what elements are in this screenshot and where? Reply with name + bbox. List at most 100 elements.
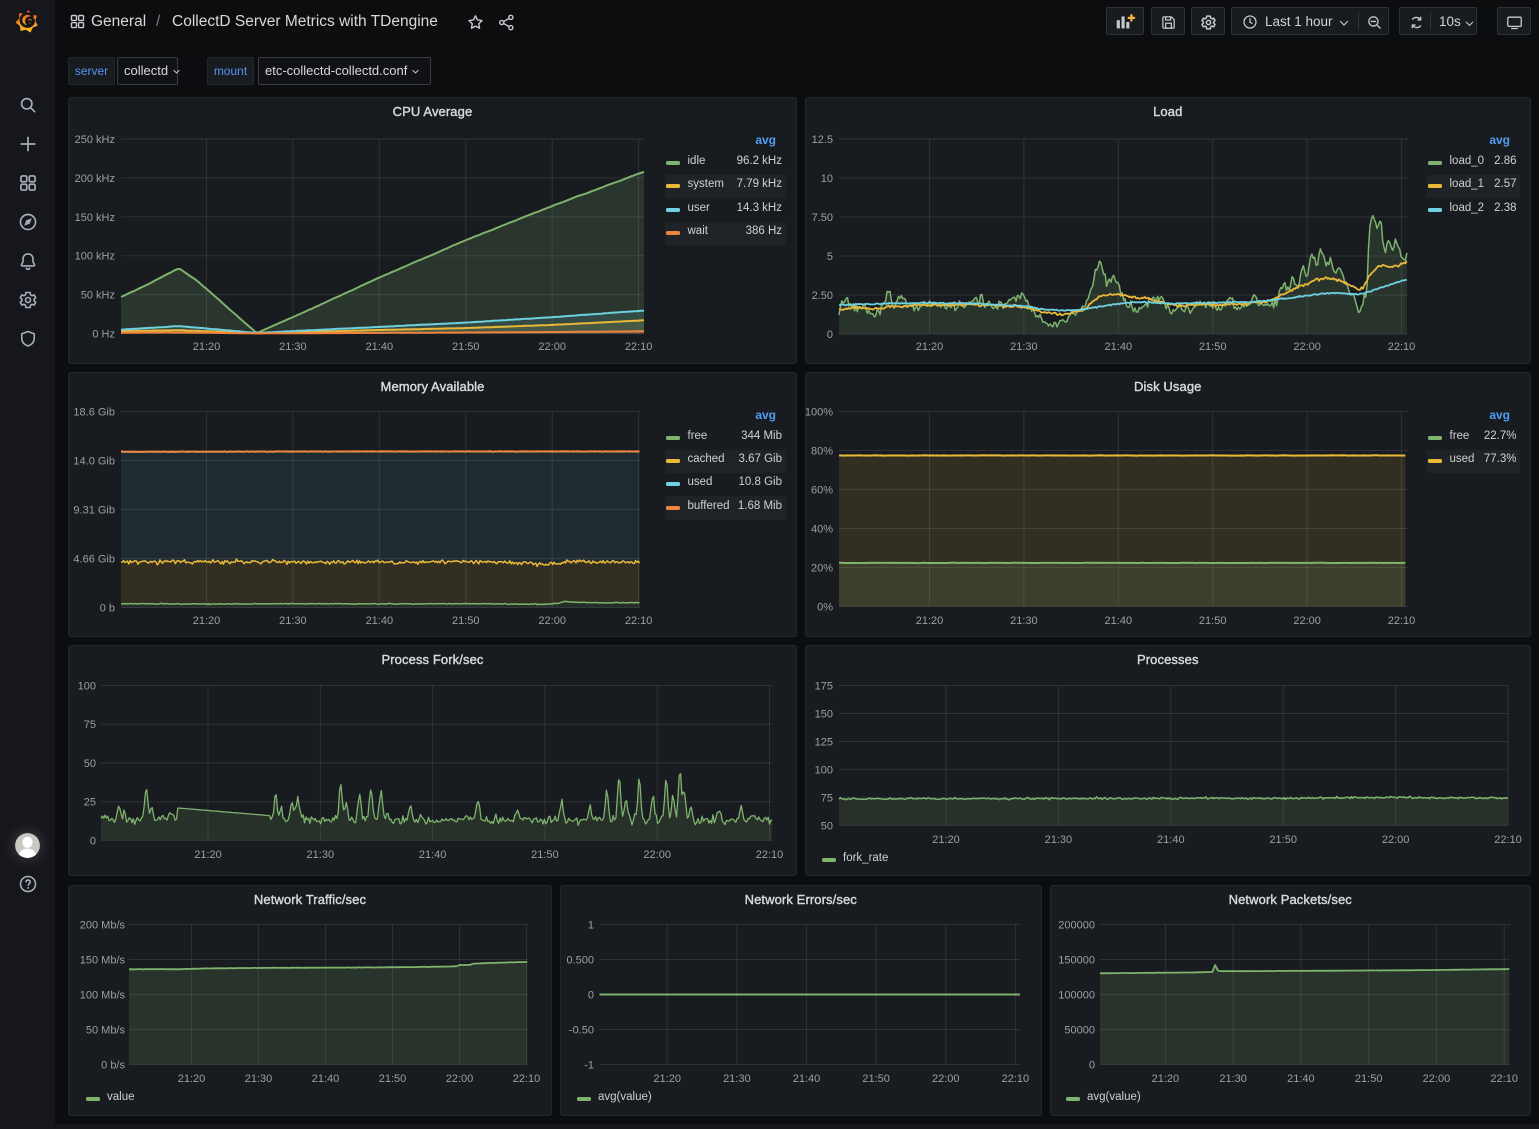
- svg-text:21:40: 21:40: [1105, 615, 1133, 627]
- svg-text:21:20: 21:20: [193, 341, 221, 353]
- svg-text:22:00: 22:00: [1293, 615, 1321, 627]
- svg-text:50: 50: [84, 758, 96, 770]
- svg-text:21:30: 21:30: [307, 849, 335, 861]
- svg-text:-0.50: -0.50: [569, 1025, 594, 1037]
- svg-text:40%: 40%: [811, 524, 833, 536]
- svg-text:25: 25: [84, 797, 96, 809]
- svg-text:150 kHz: 150 kHz: [75, 212, 115, 224]
- svg-text:21:50: 21:50: [379, 1073, 407, 1085]
- svg-text:21:30: 21:30: [723, 1073, 751, 1085]
- svg-text:0 Hz: 0 Hz: [92, 329, 115, 341]
- svg-text:21:30: 21:30: [1010, 615, 1038, 627]
- svg-text:21:20: 21:20: [916, 615, 944, 627]
- svg-text:250 kHz: 250 kHz: [75, 134, 115, 146]
- svg-text:22:10: 22:10: [1388, 615, 1416, 627]
- svg-text:21:40: 21:40: [366, 341, 394, 353]
- svg-text:22:00: 22:00: [538, 341, 566, 353]
- svg-text:21:30: 21:30: [279, 615, 307, 627]
- svg-text:22:10: 22:10: [1002, 1073, 1030, 1085]
- svg-text:2.50: 2.50: [812, 290, 833, 302]
- svg-text:50 Mb/s: 50 Mb/s: [86, 1025, 126, 1037]
- svg-text:22:00: 22:00: [643, 849, 671, 861]
- svg-text:21:20: 21:20: [932, 834, 960, 846]
- svg-text:22:10: 22:10: [756, 849, 784, 861]
- svg-text:21:30: 21:30: [1219, 1073, 1247, 1085]
- svg-text:21:50: 21:50: [531, 849, 559, 861]
- svg-text:21:50: 21:50: [452, 615, 480, 627]
- svg-text:22:10: 22:10: [513, 1073, 541, 1085]
- svg-text:21:50: 21:50: [1355, 1073, 1383, 1085]
- svg-text:12.5: 12.5: [812, 134, 833, 146]
- svg-text:21:50: 21:50: [1269, 834, 1297, 846]
- svg-text:150 Mb/s: 150 Mb/s: [80, 955, 126, 967]
- svg-text:22:00: 22:00: [446, 1073, 474, 1085]
- svg-text:21:50: 21:50: [1199, 341, 1227, 353]
- svg-text:50 kHz: 50 kHz: [81, 290, 115, 302]
- svg-text:100 Mb/s: 100 Mb/s: [80, 990, 126, 1002]
- svg-text:22:00: 22:00: [1293, 341, 1321, 353]
- svg-text:22:10: 22:10: [1490, 1073, 1518, 1085]
- svg-text:21:20: 21:20: [178, 1073, 206, 1085]
- svg-text:0: 0: [827, 329, 833, 341]
- svg-text:0 b: 0 b: [100, 603, 115, 615]
- svg-text:21:40: 21:40: [312, 1073, 340, 1085]
- svg-text:22:10: 22:10: [1494, 834, 1522, 846]
- svg-text:21:40: 21:40: [1157, 834, 1185, 846]
- svg-text:0: 0: [1089, 1060, 1095, 1072]
- svg-text:100 kHz: 100 kHz: [75, 251, 115, 263]
- svg-text:100: 100: [78, 681, 96, 693]
- svg-text:21:20: 21:20: [194, 849, 222, 861]
- svg-text:21:40: 21:40: [793, 1073, 821, 1085]
- svg-text:22:10: 22:10: [625, 615, 653, 627]
- svg-text:20%: 20%: [811, 563, 833, 575]
- svg-text:21:40: 21:40: [1105, 341, 1133, 353]
- svg-text:14.0 Gib: 14.0 Gib: [73, 456, 115, 468]
- svg-text:21:30: 21:30: [1045, 834, 1073, 846]
- svg-text:0%: 0%: [817, 602, 833, 614]
- svg-text:200000: 200000: [1058, 920, 1095, 932]
- svg-text:21:30: 21:30: [279, 341, 307, 353]
- svg-text:0: 0: [90, 835, 96, 847]
- svg-text:22:10: 22:10: [1388, 341, 1416, 353]
- svg-text:0.500: 0.500: [566, 955, 594, 967]
- svg-text:200 Mb/s: 200 Mb/s: [80, 920, 126, 932]
- svg-text:75: 75: [84, 719, 96, 731]
- svg-text:21:20: 21:20: [653, 1073, 681, 1085]
- svg-text:21:20: 21:20: [1152, 1073, 1180, 1085]
- svg-text:50000: 50000: [1064, 1025, 1095, 1037]
- svg-text:75: 75: [821, 792, 833, 804]
- svg-text:200 kHz: 200 kHz: [75, 173, 115, 185]
- svg-text:21:30: 21:30: [1010, 341, 1038, 353]
- svg-text:22:00: 22:00: [1382, 834, 1410, 846]
- svg-text:0 b/s: 0 b/s: [101, 1060, 125, 1072]
- svg-text:150: 150: [815, 709, 833, 721]
- svg-text:100: 100: [815, 764, 833, 776]
- svg-text:-1: -1: [584, 1060, 594, 1072]
- svg-text:100000: 100000: [1058, 990, 1095, 1002]
- svg-text:150000: 150000: [1058, 955, 1095, 967]
- svg-text:22:00: 22:00: [1423, 1073, 1451, 1085]
- svg-text:50: 50: [821, 820, 833, 832]
- svg-text:21:50: 21:50: [452, 341, 480, 353]
- svg-text:7.50: 7.50: [812, 212, 833, 224]
- svg-text:125: 125: [815, 737, 833, 749]
- svg-text:80%: 80%: [811, 446, 833, 458]
- svg-text:22:00: 22:00: [932, 1073, 960, 1085]
- svg-text:0: 0: [588, 990, 594, 1002]
- svg-text:1: 1: [588, 920, 594, 932]
- svg-text:21:50: 21:50: [1199, 615, 1227, 627]
- svg-text:5: 5: [827, 251, 833, 263]
- svg-text:100%: 100%: [805, 407, 833, 419]
- svg-text:4.66 Gib: 4.66 Gib: [73, 554, 115, 566]
- svg-text:21:20: 21:20: [193, 615, 221, 627]
- svg-text:21:30: 21:30: [245, 1073, 273, 1085]
- svg-text:22:00: 22:00: [538, 615, 566, 627]
- svg-text:18.6 Gib: 18.6 Gib: [73, 407, 115, 419]
- svg-text:21:40: 21:40: [419, 849, 447, 861]
- svg-text:175: 175: [815, 681, 833, 693]
- svg-text:22:10: 22:10: [625, 341, 653, 353]
- svg-text:60%: 60%: [811, 485, 833, 497]
- svg-text:21:50: 21:50: [862, 1073, 890, 1085]
- svg-text:21:20: 21:20: [916, 341, 944, 353]
- svg-text:10: 10: [821, 173, 833, 185]
